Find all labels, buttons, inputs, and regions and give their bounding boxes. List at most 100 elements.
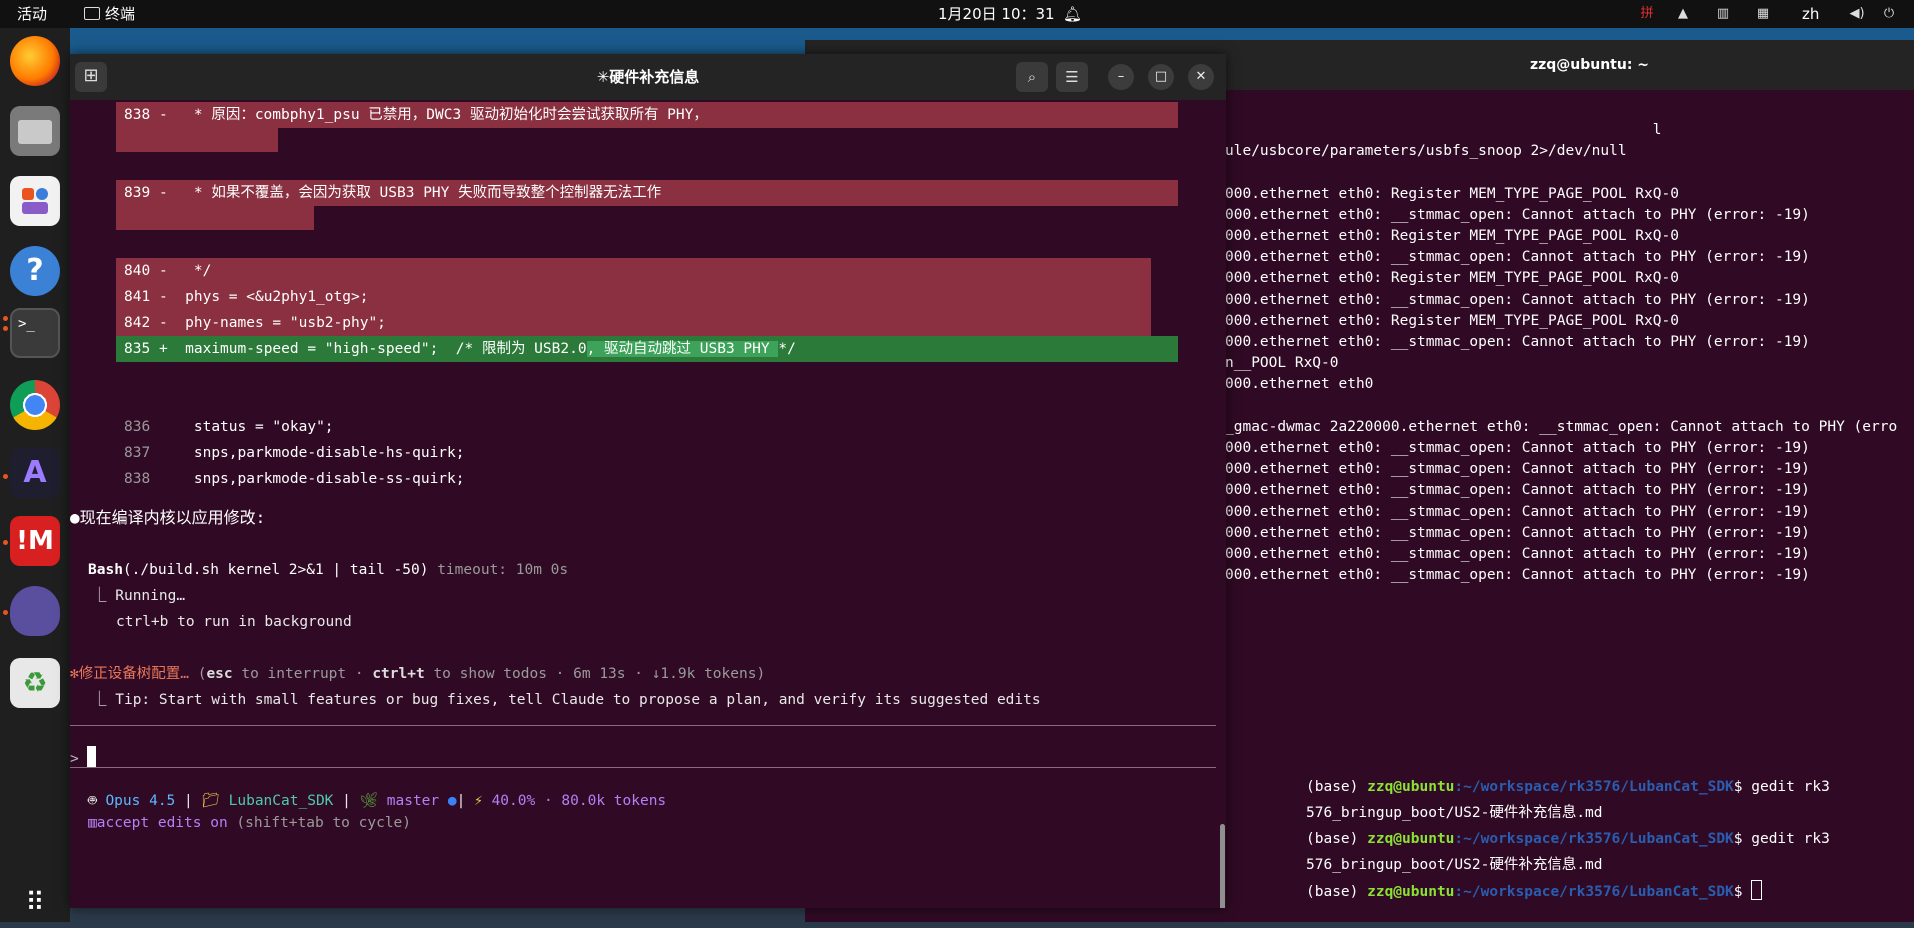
terminal-output-line: _gmac-dwmac 2a220000.ethernet eth0: __st… bbox=[1225, 418, 1898, 435]
diff-line-removed: 838 - * 原因：combphy1_psu 已禁用，DWC3 驱动初始化时会… bbox=[124, 107, 708, 123]
diff-line-removed: 841 - phys = <&u2phy1_otg>; bbox=[124, 289, 369, 305]
terminal-output-line: n__POOL RxQ-0 bbox=[1225, 355, 1339, 372]
input-indicator-icon[interactable]: 拼 bbox=[1638, 5, 1656, 23]
terminal-output-line: 000.ethernet eth0: __stmmac_open: Cannot… bbox=[1225, 482, 1810, 499]
terminal-output-line: 000.ethernet eth0: __stmmac_open: Cannot… bbox=[1225, 524, 1810, 541]
show-apps-icon[interactable]: ⠿ bbox=[10, 878, 60, 918]
git-branch: master bbox=[386, 793, 440, 809]
branch-status-dot: ● bbox=[447, 793, 457, 809]
robot-icon: 🤖︎ bbox=[88, 793, 97, 809]
terminal-content[interactable]: 838 - * 原因：combphy1_psu 已禁用，DWC3 驱动初始化时会… bbox=[70, 100, 1226, 908]
folder-icon: 📁︎ bbox=[201, 793, 220, 809]
minimize-button[interactable]: – bbox=[1108, 64, 1134, 90]
prompt-user: zzq@ubuntu bbox=[1367, 831, 1455, 847]
assistant-message: ●现在编译内核以应用修改: bbox=[70, 508, 266, 527]
diff-line-added: 835 + maximum-speed = "high-speed"; /* 限… bbox=[124, 341, 796, 357]
context-usage: 40.0% · 80.0k tokens bbox=[491, 793, 667, 809]
terminal-titlebar[interactable]: ✳硬件补充信息 ⊞ ⌕ ☰ – □ ✕ bbox=[70, 54, 1226, 100]
power-icon[interactable]: ⏻ bbox=[1880, 5, 1898, 23]
app-center-icon[interactable] bbox=[10, 176, 60, 226]
cursor-app-icon[interactable]: A bbox=[10, 448, 60, 498]
firefox-icon[interactable] bbox=[10, 36, 60, 86]
terminal-output-line: ule/usbcore/parameters/usbfs_snoop 2>/de… bbox=[1225, 143, 1627, 160]
tip-text: ⎿ Tip: Start with small features or bug … bbox=[92, 692, 1041, 708]
background-hint: ctrl+b to run in background bbox=[116, 614, 352, 630]
diff-deleted-bg bbox=[116, 206, 314, 230]
terminal-cursor bbox=[1751, 880, 1763, 900]
background-terminal-title: zzq@ubuntu: ~ bbox=[1529, 57, 1650, 73]
app-tray-icon[interactable]: ▦ bbox=[1754, 5, 1772, 23]
terminal-output-line: 000.ethernet eth0: __stmmac_open: Cannot… bbox=[1225, 249, 1810, 266]
close-button[interactable]: ✕ bbox=[1188, 64, 1214, 90]
activities-button[interactable]: 活动 bbox=[17, 0, 47, 28]
branch-icon: 🌿︎ bbox=[359, 793, 379, 809]
project-name: LubanCat_SDK bbox=[228, 793, 334, 809]
small-terminal-window[interactable]: (base) zzq@ubuntu:~/workspace/rk3576/Lub… bbox=[1304, 776, 1859, 902]
diff-line-context: 836 status = "okay"; bbox=[124, 419, 334, 435]
terminal-output-line: 000.ethernet eth0 bbox=[1225, 376, 1374, 393]
prompt-path: :~/workspace/rk3576/LubanCat_SDK bbox=[1454, 831, 1734, 847]
bell-icon[interactable]: 🔔︎ bbox=[1063, 0, 1082, 28]
menu-button[interactable]: ☰ bbox=[1056, 62, 1088, 92]
prompt-path: :~/workspace/rk3576/LubanCat_SDK bbox=[1454, 779, 1734, 795]
stats-icon[interactable]: ▥ bbox=[1714, 5, 1732, 23]
maximize-button[interactable]: □ bbox=[1148, 64, 1174, 90]
search-icon: ⌕ bbox=[1027, 68, 1037, 86]
cat-app-icon[interactable] bbox=[10, 586, 60, 636]
command-text: $ gedit rk3 bbox=[1733, 831, 1830, 847]
mode-hint: (shift+tab to cycle) bbox=[227, 815, 412, 831]
terminal-output-line: 000.ethernet eth0: __stmmac_open: Cannot… bbox=[1225, 546, 1810, 562]
mode-line[interactable]: ▥accept edits on (shift+tab to cycle) bbox=[88, 811, 411, 835]
chrome-icon[interactable] bbox=[10, 380, 60, 430]
conda-env: (base) bbox=[1306, 831, 1368, 847]
model-name: Opus 4.5 bbox=[105, 793, 176, 809]
running-indicator bbox=[3, 610, 8, 615]
claude-terminal-window[interactable]: ✳硬件补充信息 ⊞ ⌕ ☰ – □ ✕ 838 - * 原因：combphy1_… bbox=[70, 54, 1226, 908]
hamburger-icon: ☰ bbox=[1065, 68, 1079, 86]
cursor-tray-icon[interactable]: ▲ bbox=[1674, 5, 1692, 23]
progress-status: ✻修正设备树配置… (esc to interrupt · ctrl+t to … bbox=[70, 666, 766, 682]
edit-mode: accept edits on bbox=[96, 815, 228, 831]
conda-env: (base) bbox=[1306, 884, 1368, 900]
diff-line-removed: 840 - */ bbox=[124, 263, 212, 279]
scrollbar[interactable] bbox=[1220, 824, 1225, 908]
running-indicator bbox=[3, 326, 8, 331]
terminal-output-line: 000.ethernet eth0: __stmmac_open: Cannot… bbox=[1225, 334, 1810, 350]
input-top-divider bbox=[70, 725, 1216, 726]
terminal-output-line: 000.ethernet eth0: Register MEM_TYPE_PAG… bbox=[1225, 228, 1679, 244]
input-method-label[interactable]: zh bbox=[1802, 0, 1819, 28]
new-tab-button[interactable]: ⊞ bbox=[75, 62, 107, 92]
clock[interactable]: 1月20日 10：31 bbox=[938, 0, 1055, 28]
diff-line-removed: 842 - phy-names = "usb2-phy"; bbox=[124, 315, 386, 331]
input-cursor bbox=[86, 746, 96, 768]
search-button[interactable]: ⌕ bbox=[1016, 62, 1048, 92]
dock: ? >_ A !M ♻ ⠿ bbox=[0, 28, 70, 922]
running-indicator bbox=[3, 474, 8, 479]
terminal-output-line: 000.ethernet eth0: Register MEM_TYPE_PAG… bbox=[1225, 185, 1679, 202]
bash-tool-call: Bash(./build.sh kernel 2>&1 | tail -50) … bbox=[88, 562, 569, 578]
terminal-output-line: 000.ethernet eth0: __stmmac_open: Cannot… bbox=[1225, 503, 1810, 520]
files-icon[interactable] bbox=[10, 106, 60, 156]
diff-deleted-bg bbox=[116, 128, 278, 152]
command-text: 576_bringup_boot/US2-硬件补充信息.md bbox=[1306, 805, 1603, 821]
terminal-app-icon[interactable]: >_ bbox=[10, 308, 60, 358]
app-menu[interactable]: 终端 bbox=[84, 0, 135, 28]
diff-line-removed: 839 - * 如果不覆盖，会因为获取 USB3 PHY 失败而导致整个控制器无… bbox=[124, 185, 662, 201]
prompt-end: $ bbox=[1733, 884, 1752, 900]
conda-env: (base) bbox=[1306, 779, 1368, 795]
window-title: ✳硬件补充信息 bbox=[596, 68, 700, 86]
im-app-icon[interactable]: !M bbox=[10, 516, 60, 566]
prompt-path: :~/workspace/rk3576/LubanCat_SDK bbox=[1454, 884, 1734, 900]
trash-icon[interactable]: ♻ bbox=[10, 658, 60, 708]
terminal-output-line: 000.ethernet eth0: __stmmac_open: Cannot… bbox=[1225, 206, 1810, 223]
volume-icon[interactable]: ◀) bbox=[1848, 5, 1866, 23]
status-line: 🤖︎ Opus 4.5 | 📁︎ LubanCat_SDK | 🌿︎ maste… bbox=[88, 793, 667, 809]
help-icon[interactable]: ? bbox=[10, 246, 60, 296]
terminal-output-line: l bbox=[1225, 122, 1662, 138]
app-name: 终端 bbox=[105, 5, 136, 23]
terminal-output-line: 000.ethernet eth0: Register MEM_TYPE_PAG… bbox=[1225, 312, 1679, 329]
diff-line-context: 838 snps,parkmode-disable-ss-quirk; bbox=[124, 471, 465, 487]
running-indicator bbox=[3, 316, 8, 321]
